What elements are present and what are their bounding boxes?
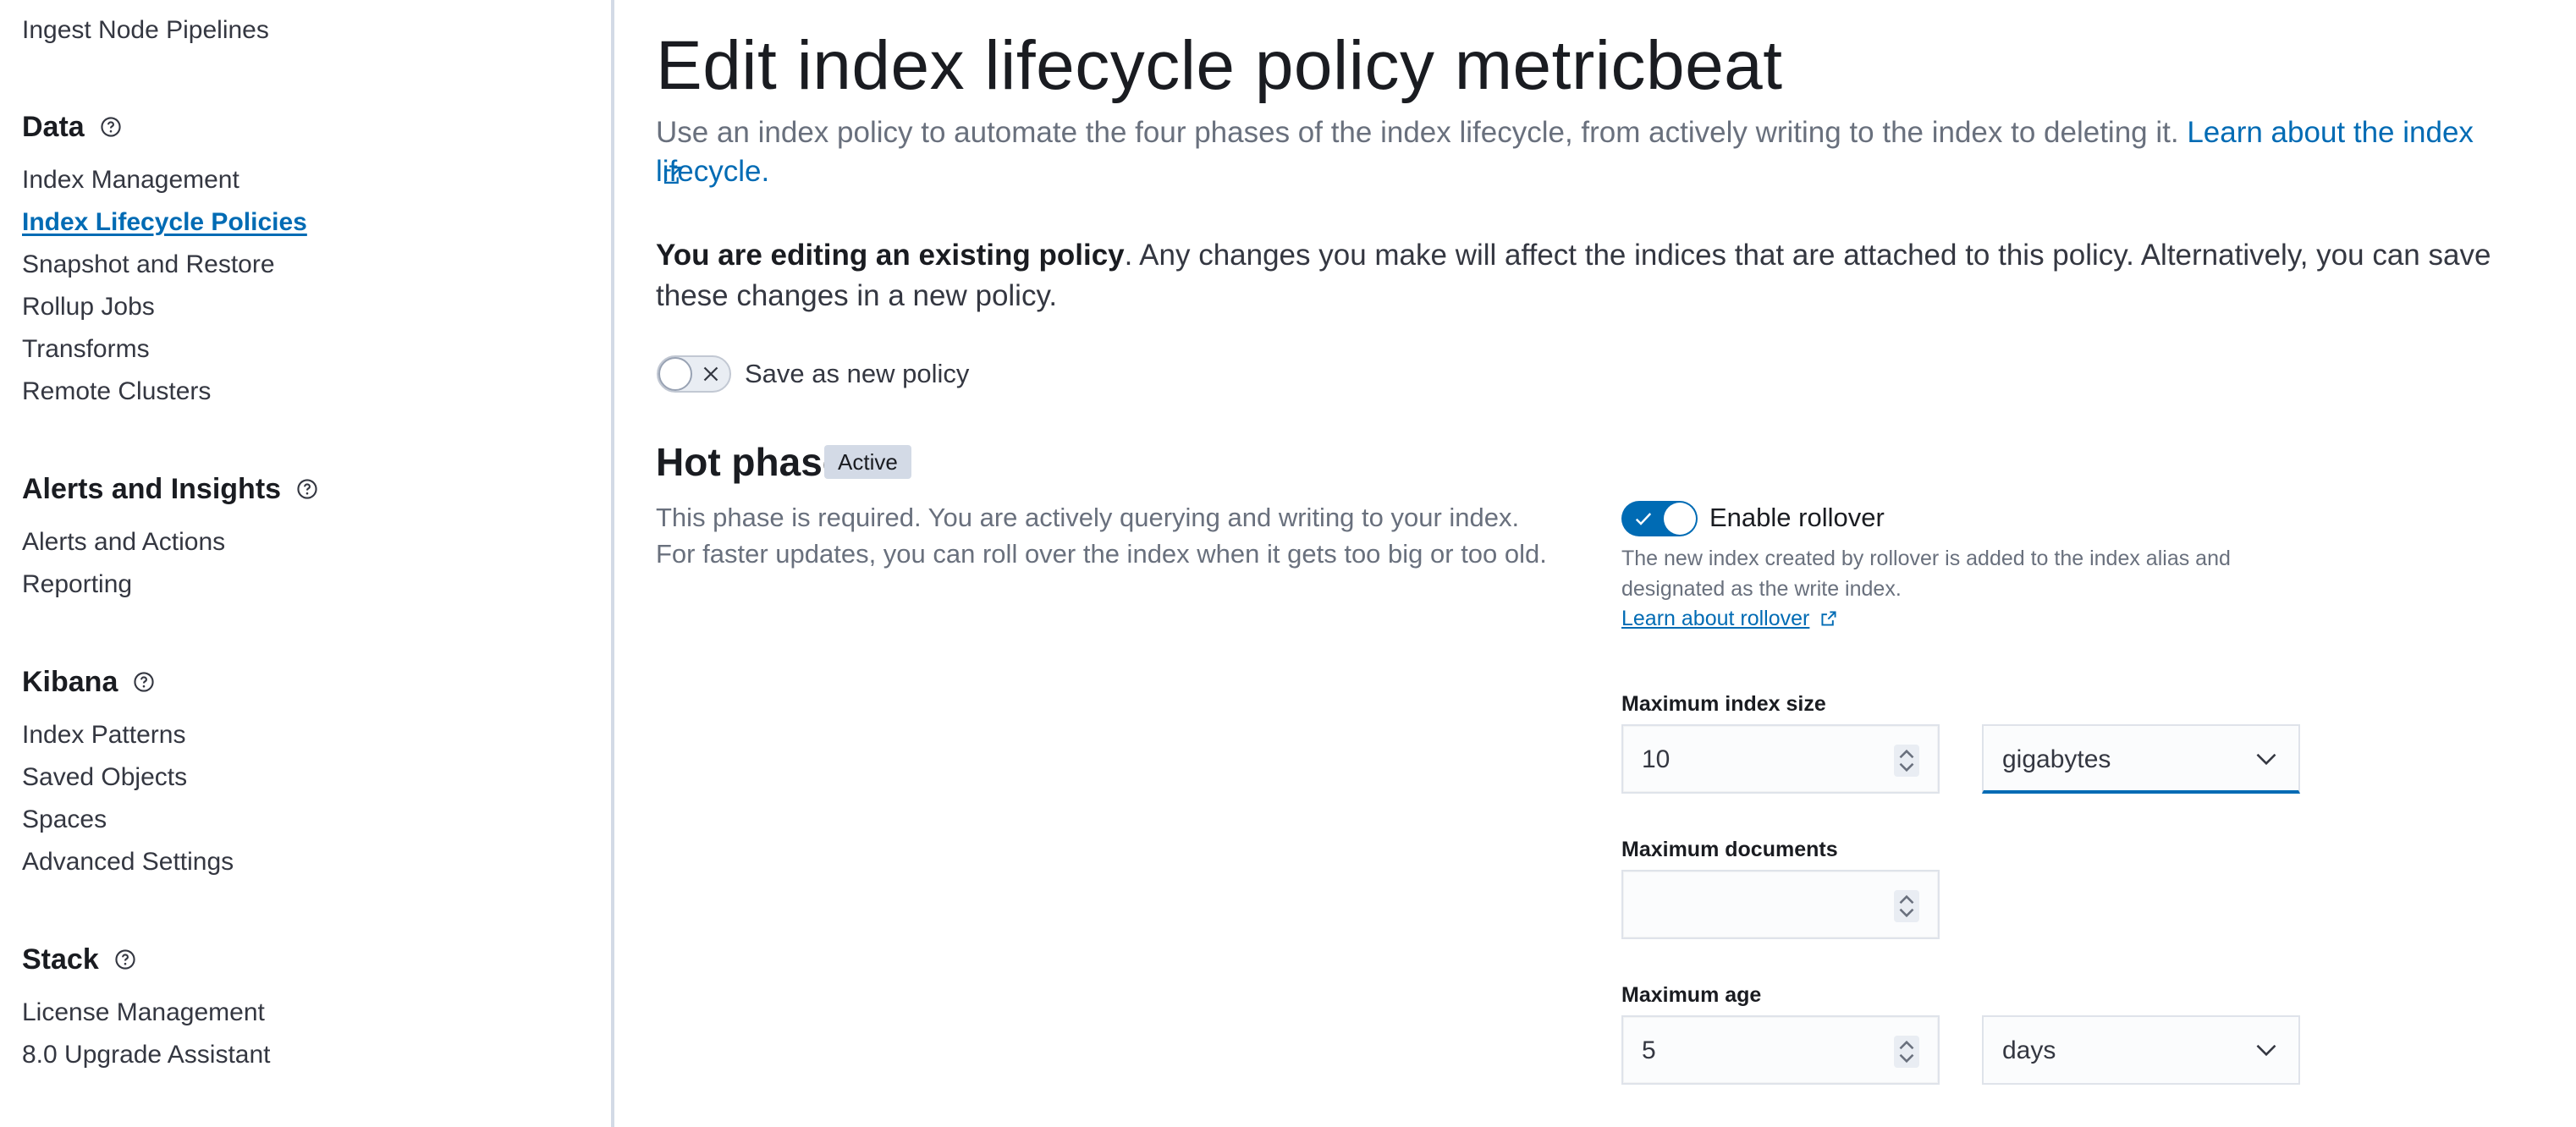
max-index-size-unit-select[interactable]: gigabytes (1982, 724, 2300, 794)
sidebar-heading-label: Stack (22, 943, 99, 976)
editing-existing-policy-callout: You are editing an existing policy. Any … (656, 235, 2560, 316)
sidebar-item-rollup-jobs[interactable]: Rollup Jobs (22, 292, 155, 322)
sidebar-heading-data: Data (22, 110, 122, 144)
sidebar-nav: Ingest Node Pipelines Data Index Managem… (0, 0, 614, 1127)
max-documents-input[interactable] (1621, 870, 1940, 939)
sidebar-item-upgrade-assistant[interactable]: 8.0 Upgrade Assistant (22, 1040, 271, 1070)
question-circle-icon[interactable] (296, 478, 318, 500)
sidebar-item-index-patterns[interactable]: Index Patterns (22, 720, 185, 750)
sidebar-item-advanced-settings[interactable]: Advanced Settings (22, 847, 234, 877)
save-as-new-policy-label[interactable]: Save as new policy (745, 357, 969, 391)
learn-about-rollover-link[interactable]: Learn about rollover (1621, 604, 1838, 633)
max-index-size-label: Maximum index size (1621, 692, 1826, 716)
stepper-icon[interactable] (1894, 890, 1919, 922)
max-index-size-input[interactable]: 10 (1621, 724, 1940, 794)
sidebar-heading-label: Data (22, 111, 85, 143)
stepper-icon[interactable] (1894, 1036, 1919, 1068)
enable-rollover-label[interactable]: Enable rollover (1709, 501, 1885, 535)
chevron-down-icon (2256, 753, 2276, 766)
external-link-icon (1821, 611, 1836, 626)
sidebar-item-spaces[interactable]: Spaces (22, 805, 107, 835)
max-age-unit-select[interactable]: days (1982, 1015, 2300, 1085)
status-badge: Active (824, 445, 911, 479)
max-age-value: 5 (1642, 1036, 1656, 1064)
sidebar-item-alerts-and-actions[interactable]: Alerts and Actions (22, 527, 225, 558)
max-index-size-value: 10 (1642, 745, 1671, 773)
sidebar-heading-kibana: Kibana (22, 665, 155, 699)
sidebar-item-license-management[interactable]: License Management (22, 998, 265, 1028)
external-link-icon[interactable] (662, 164, 684, 186)
cross-icon (703, 366, 718, 382)
question-circle-icon[interactable] (133, 671, 155, 693)
stepper-icon[interactable] (1894, 745, 1919, 777)
save-as-new-policy-toggle[interactable] (657, 355, 731, 393)
sidebar-item-saved-objects[interactable]: Saved Objects (22, 762, 187, 793)
enable-rollover-toggle[interactable] (1621, 501, 1698, 536)
sidebar-heading-label: Alerts and Insights (22, 473, 282, 505)
main-content: Edit index lifecycle policy metricbeat U… (618, 0, 2576, 1127)
rollover-link-label[interactable]: Learn about rollover (1621, 604, 1809, 633)
max-age-unit-value: days (2002, 1036, 2056, 1064)
description-text: Use an index policy to automate the four… (656, 116, 2179, 149)
page-description: Use an index policy to automate the four… (656, 113, 2560, 191)
chevron-down-icon (2256, 1044, 2276, 1057)
sidebar-heading-stack: Stack (22, 943, 136, 976)
sidebar-item-snapshot-and-restore[interactable]: Snapshot and Restore (22, 250, 275, 280)
check-icon (1635, 513, 1652, 525)
rollover-help-text: The new index created by rollover is add… (1621, 547, 2231, 601)
toggle-knob (1664, 503, 1696, 535)
sidebar-item-reporting[interactable]: Reporting (22, 569, 132, 600)
sidebar-heading-label: Kibana (22, 666, 118, 698)
sidebar-item-index-management[interactable]: Index Management (22, 165, 239, 195)
page-title: Edit index lifecycle policy metricbeat (656, 27, 1783, 104)
hot-phase-title: Hot phase (656, 440, 845, 484)
max-age-input[interactable]: 5 (1621, 1015, 1940, 1085)
question-circle-icon[interactable] (100, 116, 122, 138)
hot-phase-description: This phase is required. You are actively… (656, 503, 1547, 569)
max-documents-label: Maximum documents (1621, 838, 1838, 861)
toggle-knob (658, 357, 692, 391)
question-circle-icon[interactable] (114, 948, 136, 970)
sidebar-heading-alerts-and-insights: Alerts and Insights (22, 472, 318, 506)
sidebar-item-remote-clusters[interactable]: Remote Clusters (22, 377, 211, 407)
sidebar-item-index-lifecycle-policies[interactable]: Index Lifecycle Policies (22, 207, 307, 238)
max-index-size-unit-value: gigabytes (2002, 745, 2111, 773)
max-age-label: Maximum age (1621, 983, 1762, 1007)
sidebar-item-ingest-node-pipelines[interactable]: Ingest Node Pipelines (22, 15, 269, 46)
sidebar-item-transforms[interactable]: Transforms (22, 334, 150, 365)
callout-bold-text: You are editing an existing policy (656, 239, 1125, 272)
